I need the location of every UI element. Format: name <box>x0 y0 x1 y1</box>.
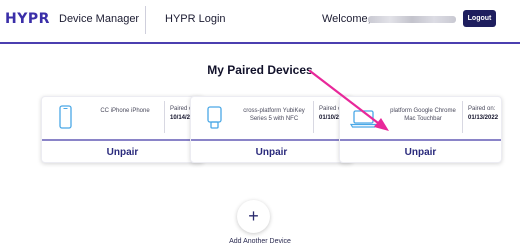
page-title: My Paired Devices <box>207 63 313 77</box>
security-key-icon <box>199 103 229 133</box>
add-device-button[interactable]: + <box>237 200 270 233</box>
card-divider <box>340 139 501 141</box>
hypr-login-link[interactable]: HYPR Login <box>165 13 226 25</box>
card-divider <box>191 139 352 141</box>
add-device-label[interactable]: Add Another Device <box>0 238 520 245</box>
redacted-username <box>368 16 456 23</box>
device-card: platform Google Chrome Mac Touchbar Pair… <box>339 96 502 163</box>
phone-icon <box>50 103 80 133</box>
device-card-info: platform Google Chrome Mac Touchbar Pair… <box>340 97 501 139</box>
device-name: cross-platform YubiKey Series 5 with NFC <box>243 108 305 122</box>
hypr-logo: HYPR <box>5 11 50 27</box>
device-card-info: CC iPhone iPhone Paired on: 10/14/2021 <box>42 97 203 139</box>
unpair-button[interactable]: Unpair <box>340 143 501 162</box>
device-name: CC iPhone iPhone <box>100 108 150 114</box>
laptop-icon <box>348 103 378 133</box>
app-name: Device Manager <box>59 13 140 25</box>
card-divider <box>42 139 203 141</box>
app-header: HYPR Device Manager HYPR Login Welcome, … <box>0 0 520 44</box>
header-underline <box>0 42 520 44</box>
logout-button[interactable]: Logout <box>463 10 496 27</box>
device-name: platform Google Chrome Mac Touchbar <box>390 108 456 122</box>
welcome-text: Welcome, <box>322 13 371 25</box>
device-card: CC iPhone iPhone Paired on: 10/14/2021 U… <box>41 96 204 163</box>
unpair-button[interactable]: Unpair <box>42 143 203 162</box>
paired-on-date: 01/13/2022 <box>468 115 499 121</box>
header-divider <box>145 6 146 34</box>
device-card: cross-platform YubiKey Series 5 with NFC… <box>190 96 353 163</box>
device-card-info: cross-platform YubiKey Series 5 with NFC… <box>191 97 352 139</box>
paired-on-label: Paired on: <box>468 106 496 112</box>
unpair-button[interactable]: Unpair <box>191 143 352 162</box>
paired-on: Paired on: 01/13/2022 <box>462 101 502 133</box>
